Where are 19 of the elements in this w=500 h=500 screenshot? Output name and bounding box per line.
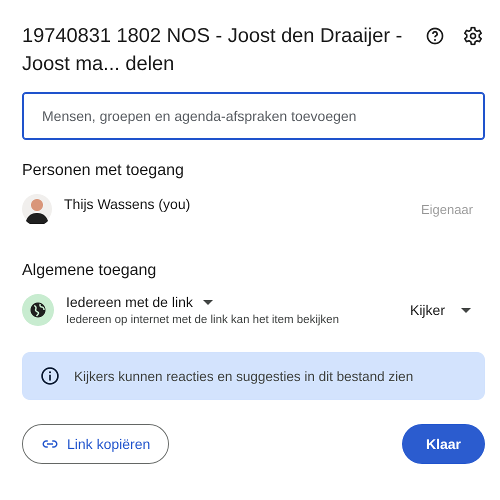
info-text: Kijkers kunnen reacties en suggesties in dit bestand zien (74, 368, 414, 384)
settings-icon[interactable] (463, 26, 483, 46)
access-dropdown[interactable]: Iedereen met de link (66, 294, 410, 310)
globe-icon (22, 294, 54, 326)
section-heading: Algemene toegang (22, 262, 158, 280)
access-description: Iedereen op internet met de link kan het item bekijken (66, 314, 340, 326)
help-icon[interactable] (425, 26, 445, 46)
avatar (22, 194, 52, 224)
copy-link-button[interactable]: Link kopiëren (22, 424, 170, 464)
section-heading: Personen met toegang (22, 162, 185, 180)
search-field[interactable]: Mensen, groepen en agenda-afspraken toevoegen (22, 92, 485, 140)
role-dropdown[interactable]: Kijker (410, 302, 471, 318)
done-button[interactable]: Klaar (402, 424, 485, 464)
person-name: Thijs Wassens (you) (64, 196, 192, 212)
caret-icon (202, 300, 213, 304)
dialog-title: 19740831 1802 NOS - Joost den Draaijer - Joost ma... delen (22, 24, 404, 77)
caret-icon (461, 308, 471, 312)
role-label: Eigenaar (420, 202, 473, 216)
info-icon (40, 366, 60, 386)
